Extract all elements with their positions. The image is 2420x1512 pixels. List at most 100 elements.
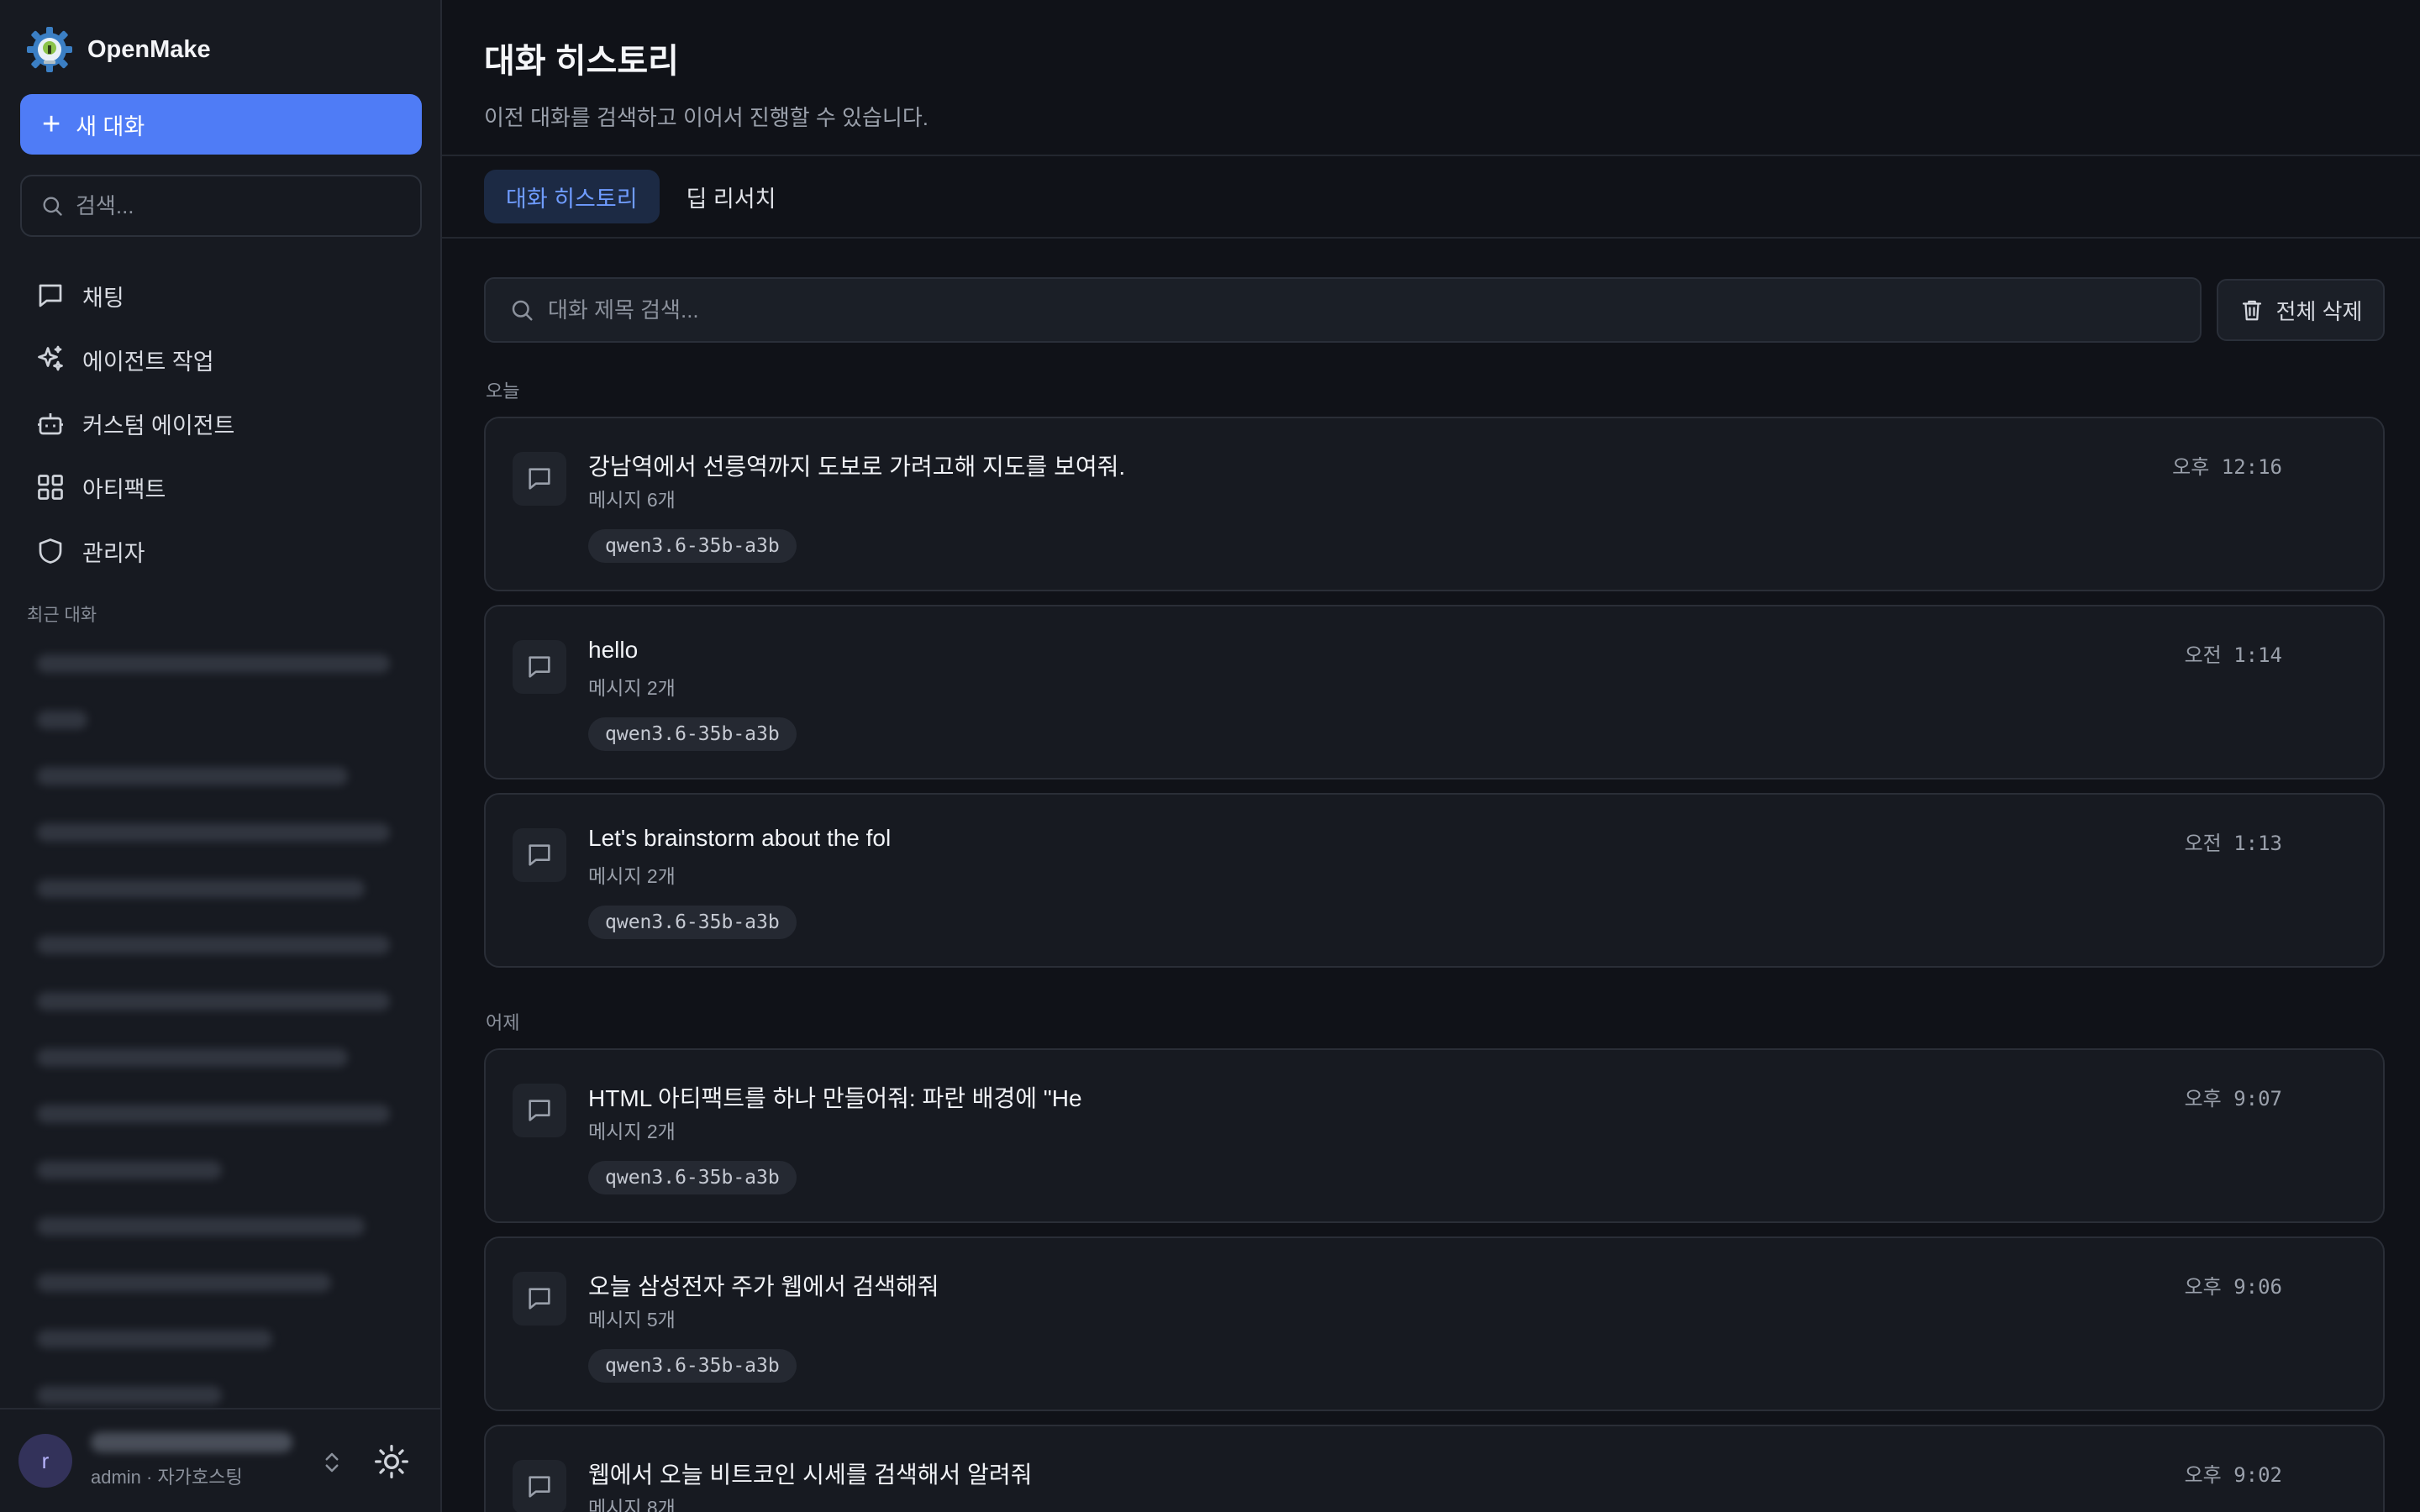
conversation-card[interactable]: HTML 아티팩트를 하나 만들어줘: 파란 배경에 "He 메시지 2개 qw… [484, 1048, 2385, 1223]
chevron-up-down-icon[interactable] [319, 1450, 345, 1475]
message-icon [513, 828, 566, 882]
list-item[interactable] [20, 1310, 422, 1367]
model-badge: qwen3.6-35b-a3b [588, 1161, 797, 1194]
delete-all-label: 전체 삭제 [2275, 298, 2363, 324]
search-icon [43, 197, 62, 216]
conversation-title: 웹에서 오늘 비트코인 시세를 검색해서 알려줘 [588, 1462, 1033, 1488]
tab-conversation-history[interactable]: 대화 히스토리 [484, 170, 660, 223]
message-count: 메시지 8개 [588, 1497, 676, 1512]
message-icon [513, 452, 566, 506]
grid-icon [38, 475, 63, 500]
user-info: admin · 자가호스팅 [91, 1432, 318, 1489]
gear-logo-icon [27, 27, 72, 72]
model-badge: qwen3.6-35b-a3b [588, 529, 797, 563]
group-label-today: 오늘 [486, 381, 520, 402]
sidebar-search-input[interactable] [76, 192, 412, 219]
model-badge: qwen3.6-35b-a3b [588, 906, 797, 939]
main-content: 대화 히스토리 이전 대화를 검색하고 이어서 진행할 수 있습니다. 대화 히… [442, 0, 2420, 1512]
message-count: 메시지 6개 [588, 489, 676, 511]
conversation-title: hello [588, 637, 639, 663]
shield-icon [39, 538, 62, 564]
conversation-card[interactable]: 강남역에서 선릉역까지 도보로 가려고해 지도를 보여줘. 메시지 6개 qwe… [484, 417, 2385, 591]
new-chat-button[interactable]: + 새 대화 [20, 94, 422, 155]
list-item[interactable] [20, 804, 422, 860]
conversation-time: 오후 9:02 [2184, 1463, 2282, 1487]
tabs: 대화 히스토리 딥 리서치 [484, 170, 802, 223]
message-count: 메시지 2개 [588, 677, 676, 699]
message-icon [513, 1460, 566, 1512]
conversation-title: Let's brainstorm about the fol [588, 825, 892, 851]
sidebar-item-label: 에이전트 작업 [82, 349, 214, 375]
plus-icon: + [42, 107, 61, 142]
conversation-title: 강남역에서 선릉역까지 도보로 가려고해 지도를 보여줘. [588, 454, 1126, 480]
recent-conversations-list [20, 635, 422, 1423]
sidebar-item-label: 아티팩트 [82, 476, 166, 502]
divider [442, 237, 2420, 239]
conversation-time: 오후 9:07 [2184, 1087, 2282, 1110]
message-icon [513, 1272, 566, 1326]
list-item[interactable] [20, 1254, 422, 1310]
conversation-card[interactable]: hello 메시지 2개 qwen3.6-35b-a3b 오전 1:14 [484, 605, 2385, 780]
user-profile-bar[interactable]: r admin · 자가호스팅 [0, 1408, 440, 1512]
conversation-time: 오전 1:14 [2184, 643, 2282, 667]
conversation-card[interactable]: Let's brainstorm about the fol 메시지 2개 qw… [484, 793, 2385, 968]
sidebar-item-chat[interactable]: 채팅 [20, 264, 422, 328]
list-item[interactable] [20, 916, 422, 973]
conversation-card[interactable]: 웹에서 오늘 비트코인 시세를 검색해서 알려줘 메시지 8개 오후 9:02 [484, 1425, 2385, 1512]
search-icon [512, 300, 533, 321]
message-count: 메시지 5개 [588, 1309, 676, 1331]
sidebar-item-label: 커스텀 에이전트 [82, 412, 235, 438]
sidebar-item-artifacts[interactable]: 아티팩트 [20, 455, 422, 519]
chat-icon [39, 284, 62, 307]
list-item[interactable] [20, 1142, 422, 1198]
user-email-redacted [91, 1432, 292, 1452]
conversation-time: 오후 12:16 [2172, 455, 2282, 479]
sidebar-search[interactable] [20, 175, 422, 237]
page-subtitle: 이전 대화를 검색하고 이어서 진행할 수 있습니다. [484, 105, 929, 130]
tab-deep-research[interactable]: 딥 리서치 [665, 170, 798, 223]
brand[interactable]: OpenMake [25, 25, 211, 74]
list-item[interactable] [20, 635, 422, 691]
list-item[interactable] [20, 860, 422, 916]
sidebar-item-agent-tasks[interactable]: 에이전트 작업 [20, 328, 422, 391]
history-search[interactable] [484, 277, 2202, 343]
user-role: admin · 자가호스팅 [91, 1467, 243, 1488]
sidebar-nav: 채팅 에이전트 작업 커스텀 에이전트 아티팩트 관리자 [20, 264, 422, 583]
sidebar-item-label: 채팅 [82, 285, 124, 311]
sidebar-item-label: 관리자 [82, 540, 145, 566]
trash-icon [2242, 300, 2261, 321]
new-chat-label: 새 대화 [76, 113, 145, 139]
avatar: r [18, 1434, 72, 1488]
model-badge: qwen3.6-35b-a3b [588, 1349, 797, 1383]
history-search-input[interactable] [548, 297, 2144, 323]
message-icon [513, 1084, 566, 1137]
conversation-card[interactable]: 오늘 삼성전자 주가 웹에서 검색해줘 메시지 5개 qwen3.6-35b-a… [484, 1236, 2385, 1411]
sidebar: OpenMake + 새 대화 채팅 에이전트 작업 커스텀 에이전트 [0, 0, 442, 1512]
list-item[interactable] [20, 973, 422, 1029]
sidebar-item-custom-agents[interactable]: 커스텀 에이전트 [20, 391, 422, 455]
list-item[interactable] [20, 691, 422, 748]
message-count: 메시지 2개 [588, 1121, 676, 1142]
conversation-title: 오늘 삼성전자 주가 웹에서 검색해줘 [588, 1273, 939, 1299]
bot-icon [38, 413, 63, 435]
recent-conversations-label: 최근 대화 [27, 606, 97, 625]
conversation-time: 오전 1:13 [2184, 832, 2282, 855]
brand-name: OpenMake [87, 35, 211, 63]
page-title: 대화 히스토리 [484, 43, 679, 80]
message-icon [513, 640, 566, 694]
group-label-yesterday: 어제 [486, 1012, 520, 1033]
list-item[interactable] [20, 1085, 422, 1142]
sidebar-item-admin[interactable]: 관리자 [20, 519, 422, 583]
page-header: 대화 히스토리 이전 대화를 검색하고 이어서 진행할 수 있습니다. [484, 34, 929, 132]
sun-icon[interactable] [373, 1443, 410, 1480]
message-count: 메시지 2개 [588, 865, 676, 887]
conversation-time: 오후 9:06 [2184, 1275, 2282, 1299]
sparkles-icon [38, 345, 63, 371]
list-item[interactable] [20, 748, 422, 804]
list-item[interactable] [20, 1198, 422, 1254]
conversation-title: HTML 아티팩트를 하나 만들어줘: 파란 배경에 "He [588, 1085, 1082, 1111]
model-badge: qwen3.6-35b-a3b [588, 717, 797, 751]
delete-all-button[interactable]: 전체 삭제 [2217, 279, 2385, 341]
list-item[interactable] [20, 1029, 422, 1085]
divider [442, 155, 2420, 156]
